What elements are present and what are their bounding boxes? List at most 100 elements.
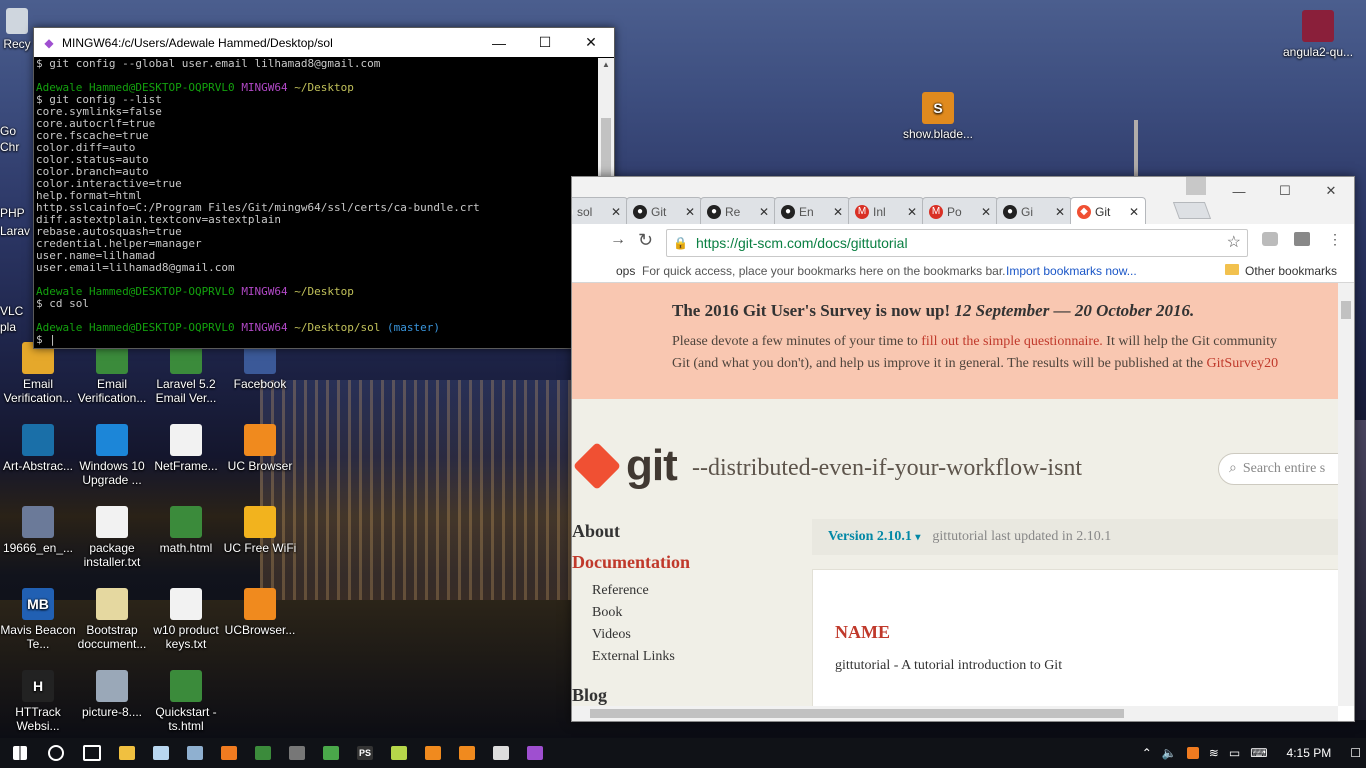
reload-icon[interactable]: ↻ (638, 230, 653, 251)
taskbar-remote[interactable] (178, 738, 212, 768)
desktop-icon-quickstart[interactable]: Quickstart - ts.html (148, 670, 224, 733)
desktop-icon-angula2[interactable]: angula2-qu... (1280, 10, 1356, 59)
taskbar-file-explorer[interactable] (110, 738, 144, 768)
taskbar-photos[interactable] (314, 738, 348, 768)
scroll-up-icon[interactable]: ▲ (598, 60, 614, 69)
desktop-icon-package-installer[interactable]: package installer.txt (74, 506, 150, 569)
desktop-icon-math-html[interactable]: math.html (148, 506, 224, 555)
desktop-icon-laravel-email[interactable]: Laravel 5.2 Email Ver... (148, 342, 224, 405)
desktop-icon-mavis-beacon[interactable]: MB Mavis Beacon Te... (0, 588, 76, 651)
xampp-tray-icon[interactable] (1186, 747, 1199, 759)
taskbar-phpstorm[interactable]: PS (348, 738, 382, 768)
taskbar-start-button[interactable] (2, 738, 38, 768)
desktop-icon-ucbrowser[interactable]: UC Browser (222, 424, 298, 473)
browser-tab[interactable]: ● Git ✕ (626, 197, 702, 225)
notifications-icon[interactable]: ☐ (1350, 746, 1361, 760)
site-search-input[interactable]: ⌕ Search entire s (1218, 453, 1338, 485)
nav-about[interactable]: About (572, 521, 772, 542)
taskbar-mail[interactable] (484, 738, 518, 768)
page-scroll-thumb[interactable] (1341, 301, 1351, 319)
chrome-window[interactable]: sol ✕ ● Git ✕ ● Re ✕ ● En ✕ M Inl ✕ M Po ✕ ● Gi ✕ ◆ Git ✕ — ☐ … (571, 176, 1355, 722)
tab-close-icon[interactable]: ✕ (1053, 205, 1067, 219)
git-logo[interactable]: git (572, 441, 678, 491)
desktop-icon-netframe[interactable]: NetFrame... (148, 424, 224, 473)
address-bar[interactable]: 🔒 https://git-scm.com/docs/gittutorial ☆ (666, 229, 1248, 257)
desktop-icon-email-verif-1[interactable]: Email Verification... (0, 342, 76, 405)
desktop-icon-file-19666[interactable]: 19666_en_... (0, 506, 76, 555)
questionnaire-link[interactable]: fill out the simple questionnaire. (921, 334, 1103, 349)
nav-item-reference[interactable]: Reference (592, 583, 772, 599)
taskbar-search-button[interactable] (38, 738, 74, 768)
desktop-icon-facebook[interactable]: Facebook (222, 342, 298, 391)
taskbar-task-view-button[interactable] (74, 738, 110, 768)
desktop-icon-email-verif-2[interactable]: Email Verification... (74, 342, 150, 405)
version-dropdown[interactable]: Version 2.10.1 ▾ (828, 529, 920, 545)
browser-tab[interactable]: ◆ Git ✕ (1070, 197, 1146, 225)
new-tab-button[interactable] (1172, 202, 1212, 219)
forward-icon[interactable]: → (610, 231, 626, 249)
browser-tab[interactable]: M Inl ✕ (848, 197, 924, 225)
apps-shortcut[interactable]: ops (616, 264, 635, 278)
close-button[interactable]: ✕ (568, 28, 614, 57)
minimize-button[interactable]: — (1216, 177, 1262, 205)
taskbar-xampp[interactable] (212, 738, 246, 768)
tab-close-icon[interactable]: ✕ (831, 205, 845, 219)
nav-item-book[interactable]: Book (592, 605, 772, 621)
page-vertical-scrollbar[interactable] (1338, 283, 1354, 706)
desktop-icon-windows10[interactable]: Windows 10 Upgrade ... (74, 424, 150, 487)
git-bash-window[interactable]: ◆ MINGW64:/c/Users/Adewale Hammed/Deskto… (33, 27, 615, 349)
import-bookmarks-link[interactable]: Import bookmarks now... (1006, 264, 1137, 278)
maximize-button[interactable]: ☐ (1262, 177, 1308, 205)
desktop-icon-art-abstract[interactable]: Art-Abstrac... (0, 424, 76, 473)
taskbar-git-bash[interactable] (518, 738, 552, 768)
taskbar-chrome[interactable] (246, 738, 280, 768)
taskbar-ucbrowser[interactable] (416, 738, 450, 768)
tab-close-icon[interactable]: ✕ (609, 205, 623, 219)
taskbar-calculator[interactable] (280, 738, 314, 768)
profile-icon[interactable] (1186, 177, 1206, 195)
clock[interactable]: 4:15 PM (1287, 746, 1332, 760)
tab-close-icon[interactable]: ✕ (757, 205, 771, 219)
page-hscroll-thumb[interactable] (590, 709, 1124, 718)
menu-icon[interactable]: ⋮ (1328, 231, 1342, 248)
browser-tab[interactable]: ● En ✕ (774, 197, 850, 225)
browser-tab[interactable]: sol ✕ (572, 197, 628, 225)
page-horizontal-scrollbar[interactable] (572, 706, 1338, 721)
taskbar-sticky[interactable] (382, 738, 416, 768)
tab-close-icon[interactable]: ✕ (979, 205, 993, 219)
terminal-titlebar[interactable]: ◆ MINGW64:/c/Users/Adewale Hammed/Deskto… (34, 28, 614, 57)
nav-blog[interactable]: Blog (572, 685, 772, 706)
terminal-output[interactable]: $ git config --global user.email lilhama… (34, 58, 599, 348)
recycle-bin-icon[interactable]: Recy (0, 8, 34, 51)
jetbrains-extension-icon[interactable] (1294, 232, 1310, 246)
desktop-icon-uc-free-wifi[interactable]: UC Free WiFi (222, 506, 298, 555)
battery-icon[interactable]: ▭ (1229, 746, 1240, 760)
keyboard-icon[interactable]: ⌨ (1250, 746, 1267, 760)
desktop-icon-ucbrowser2[interactable]: UCBrowser... (222, 588, 298, 637)
desktop-icon-w10-keys[interactable]: w10 product keys.txt (148, 588, 224, 651)
extension-icon[interactable] (1262, 232, 1278, 246)
tab-close-icon[interactable]: ✕ (683, 205, 697, 219)
bookmark-star-icon[interactable]: ☆ (1227, 232, 1241, 252)
desktop-icon-httrack[interactable]: H HTTrack Websi... (0, 670, 76, 733)
desktop-icon-show-blade[interactable]: Sshow.blade... (900, 92, 976, 141)
chevron-up-icon[interactable]: ⌃ (1142, 746, 1152, 760)
taskbar-notepad[interactable] (144, 738, 178, 768)
volume-icon[interactable]: 🔈 (1162, 746, 1177, 760)
desktop-icon-picture-8[interactable]: picture-8.... (74, 670, 150, 719)
nav-documentation[interactable]: Documentation (572, 552, 772, 573)
nav-item-external-links[interactable]: External Links (592, 649, 772, 665)
taskbar-vlc[interactable] (450, 738, 484, 768)
tab-close-icon[interactable]: ✕ (905, 205, 919, 219)
desktop-icon-bootstrap-doc[interactable]: Bootstrap doccument... (74, 588, 150, 651)
browser-tab[interactable]: ● Gi ✕ (996, 197, 1072, 225)
maximize-button[interactable]: ☐ (522, 28, 568, 57)
wifi-icon[interactable]: ≋ (1209, 746, 1219, 760)
tab-close-icon[interactable]: ✕ (1127, 205, 1141, 219)
browser-tab[interactable]: M Po ✕ (922, 197, 998, 225)
nav-item-videos[interactable]: Videos (592, 627, 772, 643)
minimize-button[interactable]: — (476, 28, 522, 57)
other-bookmarks[interactable]: Other bookmarks (1245, 264, 1337, 278)
gitsurvey-link[interactable]: GitSurvey20 (1207, 356, 1279, 371)
browser-tab[interactable]: ● Re ✕ (700, 197, 776, 225)
